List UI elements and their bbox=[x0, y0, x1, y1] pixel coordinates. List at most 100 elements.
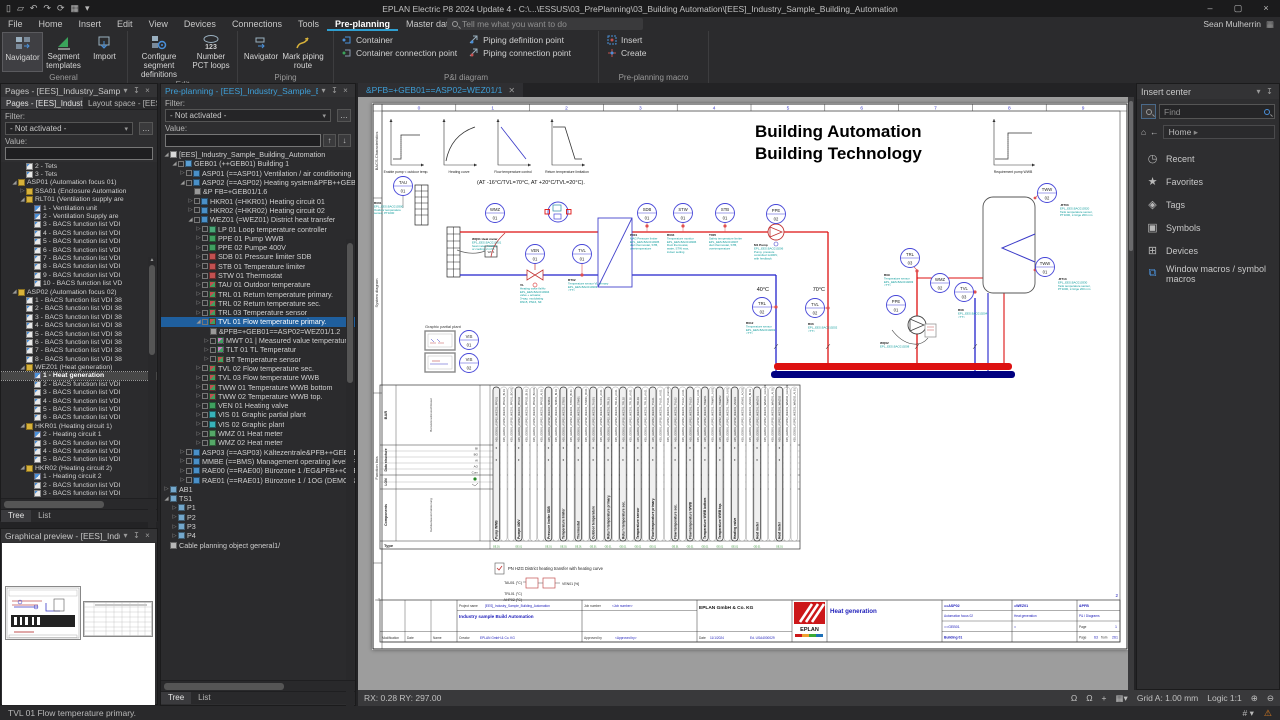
panel-pin-icon[interactable]: ↧ bbox=[1264, 87, 1275, 96]
tree-item[interactable]: ◢WEZ01 (Heat generation) bbox=[1, 363, 157, 371]
tree-item[interactable]: ▷VIS 01 Graphic partial plant bbox=[161, 410, 355, 419]
tree-item[interactable]: ▷TVL 02 Flow temperature sec. bbox=[161, 364, 355, 373]
tree-item[interactable]: ▷TRL 01 Return temperature primary. bbox=[161, 289, 355, 298]
tree-item[interactable]: 3 - BACS function list VDI bbox=[1, 489, 157, 497]
tree-item[interactable]: &P FB=+GEB01/1.6 bbox=[161, 187, 355, 196]
close-button[interactable]: × bbox=[1252, 3, 1280, 14]
expander-icon[interactable]: ▷ bbox=[195, 263, 202, 269]
preplanning-tree-tab[interactable]: Tree bbox=[161, 692, 191, 704]
tree-item[interactable]: 2 - Heating circuit 1 bbox=[1, 431, 157, 439]
tree-item[interactable]: ▷PPE 01 Pump WWB bbox=[161, 234, 355, 243]
expander-icon[interactable]: ▷ bbox=[171, 524, 178, 530]
tree-item[interactable]: 5 - BACS function list VDI bbox=[1, 405, 157, 413]
ribbon-tab-connections[interactable]: Connections bbox=[224, 17, 290, 31]
preview-thumbnail-schematic[interactable] bbox=[5, 586, 81, 640]
tree-item[interactable]: ▷MWT 01 | Measured value temperature bbox=[161, 336, 355, 345]
preplanning-filter-more-button[interactable]: … bbox=[337, 109, 351, 122]
tree-item[interactable]: 4 - BACS function list VDI 38 bbox=[1, 321, 157, 329]
tree-item[interactable]: ▷TRL 02 Return temperature sec. bbox=[161, 299, 355, 308]
tree-item[interactable]: 2 - Tets bbox=[1, 162, 157, 170]
preplanning-hscrollbar[interactable] bbox=[161, 680, 355, 691]
tree-item[interactable]: 2 - BACS function list VDI bbox=[1, 481, 157, 489]
configure-segment-definitions-button[interactable]: Configure segment definitions bbox=[130, 32, 188, 79]
tree-item[interactable]: 1 - Heat generation bbox=[1, 372, 157, 380]
expander-icon[interactable]: ◢ bbox=[19, 423, 26, 429]
pages-list-tab[interactable]: List bbox=[31, 510, 57, 522]
expander-icon[interactable]: ▷ bbox=[179, 458, 186, 464]
redo-icon[interactable]: ↷ bbox=[43, 3, 51, 14]
insert-item-symbols[interactable]: ▣Symbols bbox=[1137, 216, 1279, 239]
tree-item[interactable]: 1 - BACS function list VDI 38 bbox=[1, 296, 157, 304]
tree-item[interactable]: 3 - BACS function list VDI bbox=[1, 221, 157, 229]
expander-icon[interactable]: ▷ bbox=[179, 477, 186, 483]
number-pct-loops-button[interactable]: 123 Number PCT loops bbox=[188, 32, 234, 79]
tree-item[interactable]: ▷VIS 02 Graphic plant bbox=[161, 420, 355, 429]
tree-item[interactable]: 1 - Ventilation unit bbox=[1, 204, 157, 212]
import-button[interactable]: Import bbox=[84, 32, 125, 72]
tree-item[interactable]: ▷BT Temperature sensor bbox=[161, 355, 355, 364]
expander-icon[interactable]: ▷ bbox=[195, 254, 202, 260]
insert-item-devices[interactable]: ⊞Devices bbox=[1137, 239, 1279, 262]
panel-dropdown-icon[interactable]: ▾ bbox=[318, 86, 329, 95]
pages-hscrollbar[interactable] bbox=[1, 498, 157, 509]
ribbon-tab-view[interactable]: View bbox=[141, 17, 176, 31]
tree-item[interactable]: ▷AB1 bbox=[161, 485, 355, 494]
find-input[interactable]: Find bbox=[1159, 104, 1275, 119]
open-icon[interactable]: ▱ bbox=[17, 3, 24, 14]
piping-navigator-button[interactable]: Navigator bbox=[240, 32, 282, 72]
pages-filter-select[interactable]: - Not activated -▾ bbox=[5, 122, 133, 135]
zoom-in-icon[interactable]: ⊕ bbox=[1251, 693, 1258, 704]
logic-scale[interactable]: Logic 1:1 bbox=[1207, 693, 1242, 703]
tree-item[interactable]: 5 - BACS function list VDI bbox=[1, 238, 157, 246]
expander-icon[interactable]: ▷ bbox=[195, 273, 202, 279]
editor-tab[interactable]: &PFB=+GEB01==ASP02=WEZ01/1✕ bbox=[358, 83, 523, 97]
tree-item[interactable]: ◢WEZ01 (=WEZ01) District heat transfer bbox=[161, 215, 355, 224]
tree-item[interactable]: ▷P2 bbox=[161, 513, 355, 522]
preplanning-tree-scrollbar[interactable] bbox=[346, 239, 354, 720]
tree-item[interactable]: ▷P4 bbox=[161, 531, 355, 540]
panel-close-icon[interactable]: × bbox=[142, 531, 153, 540]
preplanning-filter-select[interactable]: - Not activated -▾ bbox=[165, 109, 331, 122]
panel-close-icon[interactable]: × bbox=[142, 86, 153, 95]
insert-item-recent[interactable]: ◷Recent bbox=[1137, 147, 1279, 170]
tree-item[interactable]: ◢[EES]_Industry_Sample_Building_Automati… bbox=[161, 150, 355, 159]
segment-templates-button[interactable]: Segment templates bbox=[43, 32, 84, 72]
tree-item[interactable]: 8 - BACS function list VDI 38 bbox=[1, 355, 157, 363]
expander-icon[interactable]: ▷ bbox=[179, 468, 186, 474]
new-icon[interactable]: ▯ bbox=[6, 3, 11, 14]
tree-item[interactable]: 7 - BACS function list VDI 38 bbox=[1, 347, 157, 355]
ribbon-tab-tools[interactable]: Tools bbox=[290, 17, 327, 31]
user-name[interactable]: Sean Mulherrin bbox=[1203, 19, 1261, 29]
tree-item[interactable]: 6 - BACS function list VDI 38 bbox=[1, 338, 157, 346]
find-button[interactable] bbox=[1141, 104, 1156, 119]
preplanning-value-input[interactable] bbox=[165, 134, 321, 147]
warning-icon[interactable]: ⚠ bbox=[1264, 708, 1272, 719]
editor-canvas[interactable]: 0123456789 BACS-CharacteristicsSystem di… bbox=[358, 97, 1128, 690]
board-icon[interactable]: ▦ bbox=[71, 3, 80, 14]
panel-pin-icon[interactable]: ↧ bbox=[329, 86, 340, 95]
expander-icon[interactable]: ▷ bbox=[195, 226, 202, 232]
tree-item[interactable]: 3 - BACS function list VDI 38 bbox=[1, 313, 157, 321]
tree-item[interactable]: ▷TRL 03 Temperature sensor bbox=[161, 308, 355, 317]
expander-icon[interactable]: ▷ bbox=[171, 514, 178, 520]
expander-icon[interactable]: ◢ bbox=[171, 161, 178, 167]
insert-item-favorites[interactable]: ★Favorites bbox=[1137, 170, 1279, 193]
tree-item[interactable]: 4 - BACS function list VDI bbox=[1, 447, 157, 455]
tree-item[interactable]: ▷P3 bbox=[161, 522, 355, 531]
expander-icon[interactable]: ◢ bbox=[187, 217, 194, 223]
tree-item[interactable]: 7 - BACS function list VDI bbox=[1, 254, 157, 262]
tab-close-icon[interactable]: ✕ bbox=[508, 86, 515, 95]
insert-item-tags[interactable]: ◈Tags bbox=[1137, 193, 1279, 216]
tree-item[interactable]: ▷SDB 01 Pressure limiter SDB bbox=[161, 252, 355, 261]
expander-icon[interactable]: ▷ bbox=[195, 282, 202, 288]
tree-item[interactable]: 4 - BACS function list VDI bbox=[1, 397, 157, 405]
panel-pin-icon[interactable]: ↧ bbox=[131, 531, 142, 540]
breadcrumb[interactable]: Home ▸ bbox=[1163, 125, 1275, 139]
expander-icon[interactable]: ▷ bbox=[195, 412, 202, 418]
magnet-icon[interactable]: Ω bbox=[1071, 693, 1077, 703]
pages-value-input[interactable] bbox=[5, 147, 153, 160]
expander-icon[interactable]: ▷ bbox=[195, 365, 202, 371]
tree-item[interactable]: ▷MMBE (==BMS) Management operating level… bbox=[161, 457, 355, 466]
expander-icon[interactable]: ◢ bbox=[11, 180, 18, 186]
expander-icon[interactable]: ▷ bbox=[203, 356, 210, 362]
